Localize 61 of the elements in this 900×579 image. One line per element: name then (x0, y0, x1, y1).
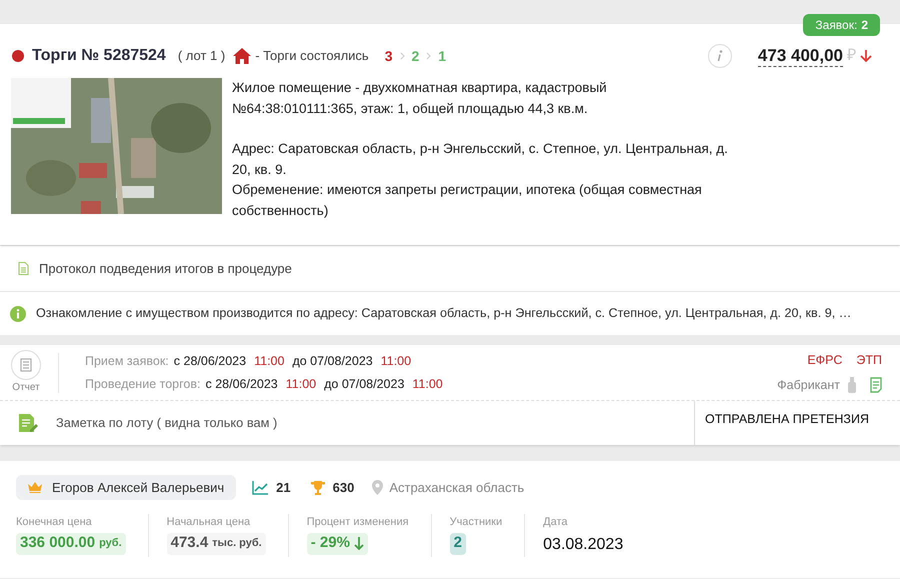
info-icon (10, 306, 26, 322)
price: 473 400,00 (758, 44, 843, 68)
note-edit-icon (18, 413, 38, 433)
report-label: Отчет (12, 381, 40, 395)
date-label: Проведение торгов: (85, 376, 200, 393)
description-text: Обременение: имеются запреты регистрации, ипотека (общая совместная собственность) (232, 181, 703, 220)
step-number: 2 (412, 46, 420, 66)
stat-value: 336 000.00 руб. (16, 532, 126, 554)
chart-trend-icon (252, 480, 268, 494)
winner-name: Егоров Алексей Валерьевич (52, 478, 224, 497)
trophy-icon (310, 480, 325, 494)
claim-status: ОТПРАВЛЕНА ПРЕТЕНЗИЯ (705, 412, 869, 426)
stat-label: Конечная цена (16, 515, 93, 530)
currency-sign: ₽ (847, 46, 856, 66)
protocol-link[interactable]: Протокол подведения итогов в процедуре (39, 258, 292, 278)
stat-label: Дата (543, 515, 568, 530)
stat-value: 473.4 тыс. руб. (166, 532, 266, 554)
house-icon (233, 48, 252, 64)
stat-value: - 29% (306, 532, 368, 554)
date-value: до 07/08/2023 (292, 352, 373, 370)
crown-icon (28, 482, 42, 493)
date-value: с 28/06/2023 (205, 376, 278, 392)
document-icon[interactable] (870, 376, 882, 393)
description-text: Адрес: Саратовская область, р-н Энгельсский, с. Степное, ул. Центральная, д. 20, кв. 9. (232, 140, 729, 178)
winner-chip[interactable]: Егоров Алексей Валерьевич (16, 475, 236, 500)
time-value: 11:00 (412, 376, 443, 392)
step-number: 3 (384, 46, 392, 66)
time-value: 11:00 (254, 352, 284, 370)
usb-token-icon (848, 376, 856, 393)
source-link[interactable]: ЭТП (856, 350, 882, 370)
description-text: Жилое помещение - двухкомнатная квартира, кадастровый №64:38:010111:365, этаж: 1, общей площадью 44,3 кв.м. (232, 79, 608, 118)
stat-label: Участники (450, 515, 502, 530)
time-value: 11:00 (380, 352, 412, 370)
note-field[interactable]: Заметка по лоту ( видна только вам ) (56, 413, 576, 433)
lot-number: ( лот 1 ) (178, 47, 226, 66)
date-label: Прием заявок: (85, 352, 169, 370)
time-value: 11:00 (286, 376, 316, 392)
platform-name: Фабрикант (777, 376, 840, 394)
arrow-down-icon (354, 536, 364, 550)
location-pin-icon (372, 480, 384, 495)
inspection-note: Ознакомление с имуществом производится по адресу: Саратовская область, р-н Энгельсский, с. Степное, ул. Центральная, д. 20, кв. 9, … (36, 305, 852, 322)
trophy-count: 630 (332, 478, 354, 497)
arrow-down-icon (860, 49, 872, 63)
info-icon[interactable] (708, 44, 732, 68)
document-icon (18, 262, 29, 275)
stat-value: 03.08.2023 (543, 534, 624, 554)
status-text: - Торги состоялись (255, 47, 369, 66)
report-icon[interactable] (11, 350, 41, 380)
date-value: до 07/08/2023 (324, 376, 404, 392)
lot-title[interactable]: Торги № 5287524 (32, 44, 166, 68)
applications-badge: Заявок: 2 (803, 14, 880, 36)
source-link[interactable]: ЕФРС (807, 350, 842, 370)
stat-value: 2 (450, 532, 466, 554)
trend-count: 21 (276, 478, 291, 497)
stat-label: Начальная цена (166, 515, 252, 530)
stat-label: Процент изменения (306, 515, 409, 530)
region-name: Астраханская область (389, 478, 524, 497)
step-number: 1 (438, 46, 446, 66)
date-value: с 28/06/2023 (174, 352, 246, 370)
chevron-icon (426, 52, 432, 60)
chevron-icon (400, 52, 404, 60)
